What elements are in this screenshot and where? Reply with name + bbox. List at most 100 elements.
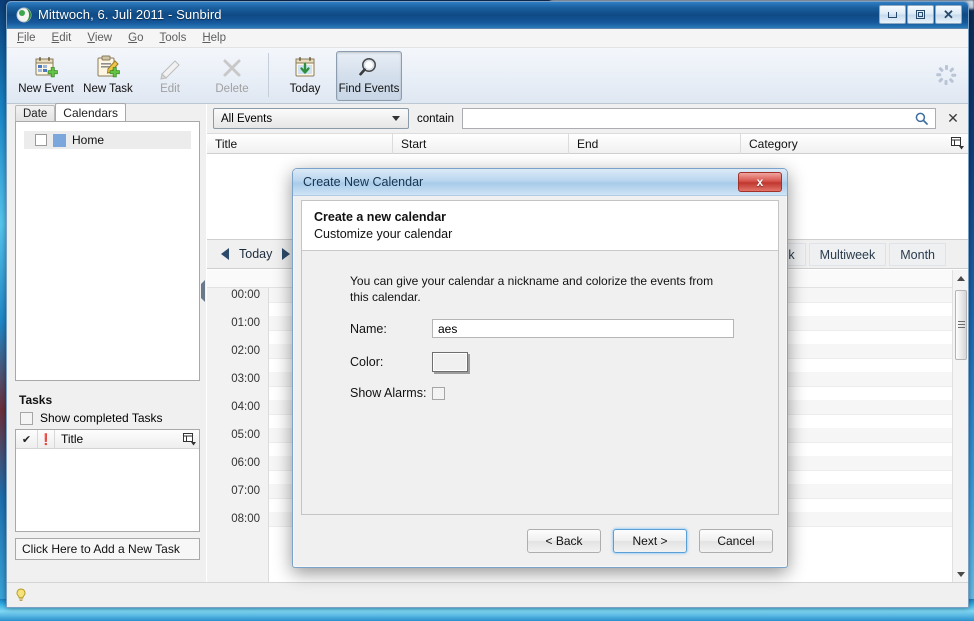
view-month-label: Month	[900, 247, 935, 262]
back-button[interactable]: < Back	[527, 529, 601, 553]
tasks-grid: ✔ ❗ Title	[15, 429, 200, 532]
minimize-icon	[888, 11, 897, 18]
menu-file-rest: ile	[24, 32, 36, 44]
hour-label-column: 00:00 01:00 02:00 03:00 04:00 05:00 06:0…	[207, 288, 269, 582]
column-end-label: End	[577, 136, 599, 151]
find-events-button[interactable]: Find Events	[336, 51, 402, 101]
tab-date[interactable]: Date	[15, 105, 56, 121]
search-scope-select[interactable]: All Events	[213, 108, 409, 129]
dialog-header: Create a new calendar Customize your cal…	[302, 201, 778, 251]
toolbar: New Event New Task Edit Delete Today Fin…	[7, 48, 968, 104]
tab-calendars[interactable]: Calendars	[55, 103, 126, 121]
show-completed-tasks-checkbox[interactable]	[20, 411, 33, 425]
tasks-column-completed[interactable]: ✔	[16, 429, 38, 449]
column-category[interactable]: Category	[741, 133, 946, 154]
column-end[interactable]: End	[569, 133, 741, 154]
scroll-up-button[interactable]	[953, 270, 968, 286]
close-x-icon: x	[756, 175, 764, 189]
name-field-row: Name:	[350, 319, 758, 338]
search-bar: All Events contain ✕	[207, 104, 968, 133]
search-scope-value: All Events	[221, 112, 273, 125]
previous-arrow-icon[interactable]	[221, 248, 229, 260]
today-label: Today	[289, 83, 321, 95]
vertical-scrollbar[interactable]	[952, 270, 968, 582]
today-button[interactable]: Today	[274, 51, 336, 101]
new-task-button[interactable]: New Task	[77, 51, 139, 101]
scroll-down-button[interactable]	[953, 566, 968, 582]
column-title[interactable]: Title	[207, 133, 393, 154]
menu-file[interactable]: File	[17, 32, 36, 44]
view-multiweek-button[interactable]: Multiweek	[808, 243, 887, 266]
next-arrow-icon[interactable]	[282, 248, 291, 260]
dialog-description: You can give your calendar a nickname an…	[350, 274, 714, 304]
close-icon: ✕	[943, 7, 954, 22]
show-completed-tasks-row[interactable]: Show completed Tasks	[15, 410, 200, 429]
maximize-icon	[916, 10, 925, 19]
scrollbar-thumb[interactable]	[955, 290, 967, 360]
column-start[interactable]: Start	[393, 133, 569, 154]
column-category-label: Category	[749, 136, 798, 151]
column-picker-icon	[950, 137, 964, 150]
hour-label: 03:00	[231, 373, 260, 385]
view-month-button[interactable]: Month	[889, 243, 946, 266]
menu-go[interactable]: Go	[128, 32, 143, 44]
tasks-column-picker[interactable]	[179, 430, 199, 449]
close-button[interactable]: ✕	[935, 5, 962, 24]
tasks-column-priority[interactable]: ❗	[38, 429, 55, 449]
menu-edit[interactable]: Edit	[52, 32, 72, 44]
search-input[interactable]	[463, 110, 935, 127]
delete-button[interactable]: Delete	[201, 51, 263, 101]
color-label: Color:	[350, 355, 384, 369]
menu-go-rest: o	[137, 32, 144, 44]
dialog-heading: Create a new calendar	[314, 210, 447, 224]
find-events-label: Find Events	[338, 83, 400, 95]
create-new-calendar-dialog: Create New Calendar x Create a new calen…	[292, 168, 788, 568]
close-x-icon: ✕	[947, 110, 959, 126]
view-buttons: ek Multiweek Month	[770, 243, 946, 266]
show-alarms-checkbox[interactable]	[432, 386, 445, 400]
maximize-button[interactable]	[907, 5, 934, 24]
edit-button[interactable]: Edit	[139, 51, 201, 101]
calendar-checkbox[interactable]	[35, 134, 47, 146]
hour-label: 04:00	[231, 401, 260, 413]
clear-search-button[interactable]: ✕	[944, 110, 962, 127]
tasks-column-title-label: Title	[61, 432, 84, 446]
edit-label: Edit	[160, 83, 180, 95]
calendar-list-item-home[interactable]: Home	[24, 131, 191, 149]
chevron-down-icon	[392, 116, 400, 121]
calendar-list[interactable]: Home	[15, 121, 200, 381]
magnifier-icon[interactable]	[915, 112, 928, 125]
dialog-buttons: < Back Next > Cancel	[527, 529, 773, 553]
toolbar-separator-1	[268, 53, 269, 97]
show-alarms-label: Show Alarms:	[350, 386, 427, 400]
new-event-button[interactable]: New Event	[15, 51, 77, 101]
menu-tools[interactable]: Tools	[159, 32, 186, 44]
today-icon	[291, 55, 319, 81]
calendar-name-input[interactable]	[432, 319, 734, 338]
minimize-button[interactable]	[879, 5, 906, 24]
today-nav-label[interactable]: Today	[239, 247, 272, 261]
menu-help[interactable]: Help	[202, 32, 226, 44]
tasks-column-title[interactable]: Title	[55, 430, 179, 449]
lightbulb-icon[interactable]	[13, 587, 29, 603]
cancel-button[interactable]: Cancel	[699, 529, 773, 553]
add-new-task-button[interactable]: Click Here to Add a New Task	[15, 538, 200, 560]
search-input-wrapper[interactable]	[462, 108, 936, 129]
menu-view[interactable]: View	[87, 32, 112, 44]
throbber-icon	[936, 65, 957, 85]
window-controls: ✕	[879, 5, 962, 24]
hour-label: 05:00	[231, 429, 260, 441]
scrollbar-grip-icon	[958, 321, 965, 328]
next-button[interactable]: Next >	[613, 529, 687, 553]
search-contain-label: contain	[417, 112, 455, 125]
calendar-name: Home	[72, 133, 105, 147]
column-picker-icon	[182, 432, 196, 445]
event-column-picker[interactable]	[946, 137, 968, 150]
today-navigation: Today	[221, 247, 291, 261]
dialog-main: You can give your calendar a nickname an…	[302, 251, 778, 400]
checkmark-icon: ✔	[21, 433, 32, 446]
calendar-color-picker[interactable]	[432, 352, 468, 372]
new-event-label: New Event	[18, 83, 74, 95]
menu-help-rest: elp	[210, 32, 226, 44]
dialog-close-button[interactable]: x	[738, 172, 782, 192]
